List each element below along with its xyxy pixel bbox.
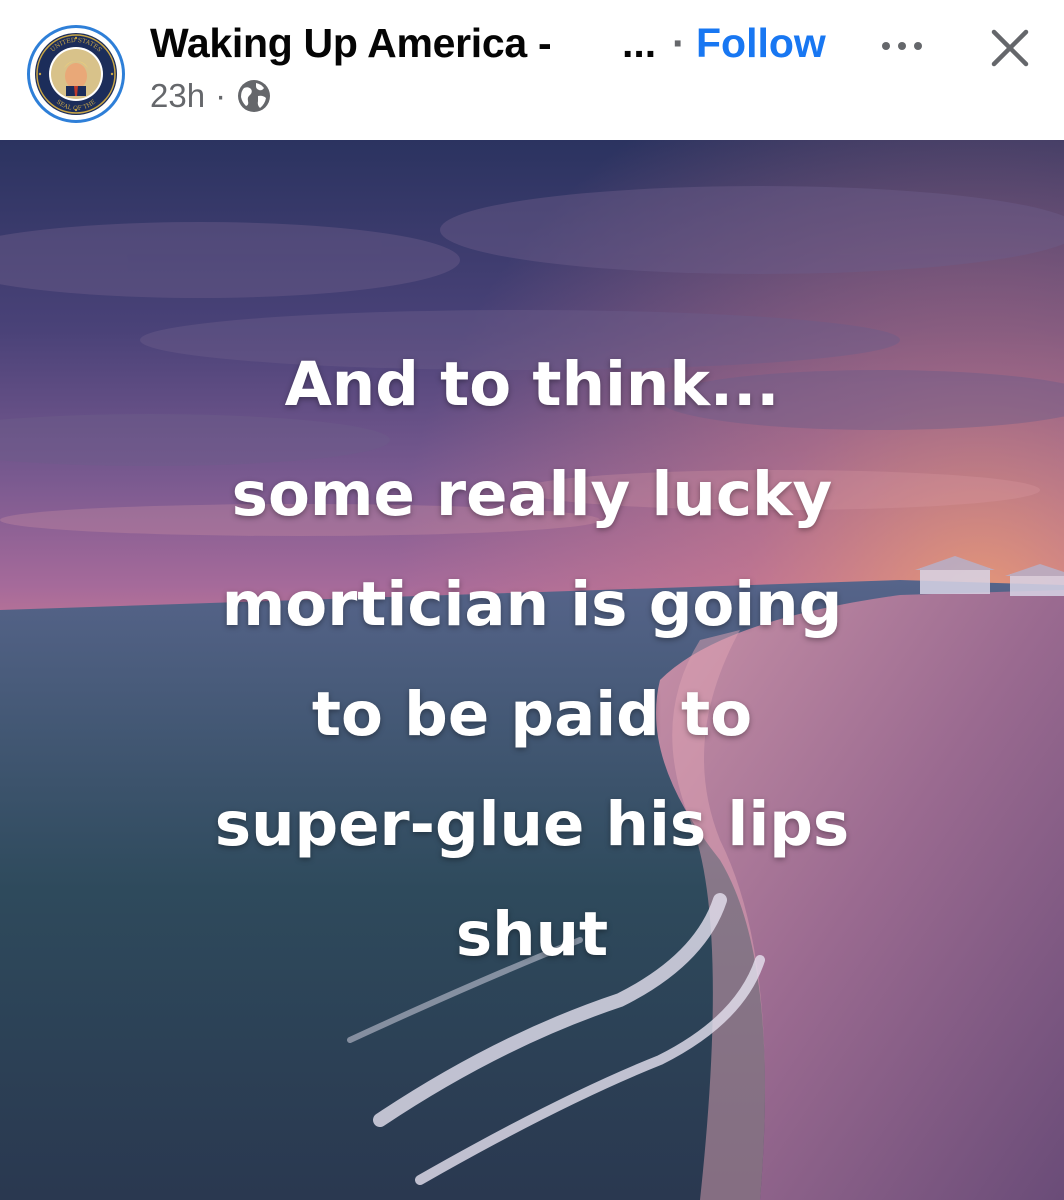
follow-button[interactable]: Follow xyxy=(696,20,826,67)
quote-line: some really lucky xyxy=(231,459,833,530)
more-options-button[interactable] xyxy=(872,26,932,66)
quote-line: super-glue his lips xyxy=(214,789,850,860)
post-meta: 23h · xyxy=(150,76,272,116)
quote-text: And to think... some really lucky mortic… xyxy=(60,330,1004,990)
post-image[interactable]: And to think... some really lucky mortic… xyxy=(0,140,1064,1200)
quote-line: to be paid to xyxy=(311,679,753,750)
quote-line: mortician is going xyxy=(221,569,843,640)
facebook-post: UNITED STATES SEAL OF THE Waking Up Amer… xyxy=(0,0,1064,1200)
page-name-link[interactable]: Waking Up America - xyxy=(150,20,552,67)
page-avatar[interactable]: UNITED STATES SEAL OF THE xyxy=(27,25,125,123)
presidential-seal-icon: UNITED STATES SEAL OF THE xyxy=(32,30,120,118)
close-icon xyxy=(991,29,1029,67)
page-name-truncation: ... xyxy=(622,20,657,66)
meta-separator: · xyxy=(215,77,227,114)
globe-icon[interactable] xyxy=(236,78,272,114)
quote-line: shut xyxy=(455,899,609,970)
quote-line: And to think... xyxy=(284,349,780,420)
post-header: UNITED STATES SEAL OF THE Waking Up Amer… xyxy=(0,0,1064,140)
close-button[interactable] xyxy=(978,16,1042,80)
name-follow-separator: · xyxy=(672,20,686,66)
more-options-icon xyxy=(882,42,922,50)
post-timestamp[interactable]: 23h xyxy=(150,77,205,115)
